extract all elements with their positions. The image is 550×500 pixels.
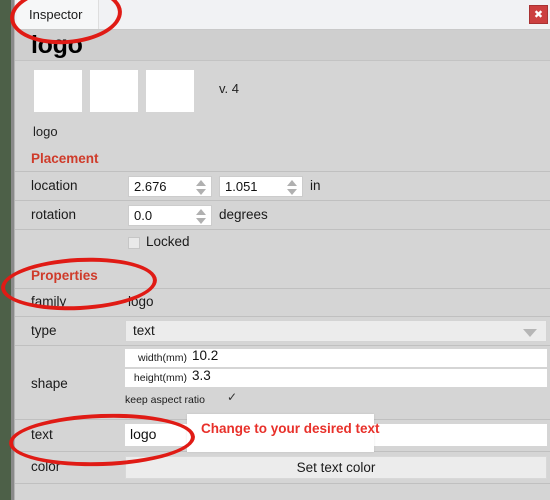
row-location: location 2.676 1.051 in [15,172,550,201]
thumbnail-preview-1[interactable] [33,69,83,113]
rotation-unit-label: degrees [219,207,268,222]
check-icon[interactable]: ✓ [227,390,237,404]
row-family: family logo [15,289,550,317]
section-header-placement-label: Placement [31,151,99,166]
shape-height-input[interactable] [125,369,547,387]
rotation-input[interactable]: 0.0 [128,205,212,226]
shape-width-label: width(mm) [138,352,187,364]
page-title: logo [31,31,83,59]
triangle-down-icon[interactable] [287,189,297,195]
set-text-color-button[interactable]: Set text color [125,456,547,479]
rotation-value: 0.0 [134,208,153,223]
section-header-placement: Placement [15,148,550,172]
location-y-spinner[interactable] [287,180,297,195]
inspector-window-root: Inspector ✖ logo v. 4 logo Placement loc… [0,0,550,500]
inspector-window: Inspector ✖ logo v. 4 logo Placement loc… [14,0,550,500]
location-y-input[interactable]: 1.051 [219,176,303,197]
rotation-spinner[interactable] [196,209,206,224]
annotation-tooltip-text: Change to your desired text [201,421,380,436]
locked-checkbox[interactable] [128,237,140,249]
tab-inspector-label: Inspector [29,7,83,22]
triangle-down-icon[interactable] [196,218,206,224]
type-dropdown-value: text [133,323,155,338]
chevron-down-icon[interactable] [523,329,537,337]
section-header-properties-label: Properties [31,268,98,283]
family-value: logo [128,294,154,309]
type-label: type [31,323,57,338]
tab-bar: Inspector ✖ [15,0,550,30]
location-label: location [31,178,78,193]
shape-height-label: height(mm) [133,372,187,384]
triangle-up-icon[interactable] [287,180,297,186]
location-x-input[interactable]: 2.676 [128,176,212,197]
location-y-value: 1.051 [225,179,258,194]
row-locked: Locked [15,230,550,258]
thumbnail-preview-2[interactable] [89,69,139,113]
close-icon: ✖ [533,8,544,21]
keep-aspect-ratio-label: keep aspect ratio [125,394,205,406]
tab-inspector[interactable]: Inspector [17,0,100,29]
close-button[interactable]: ✖ [529,5,548,24]
section-header-properties: Properties [15,265,550,289]
annotation-tooltip: Change to your desired text [187,414,380,452]
version-label: v. 4 [219,81,239,96]
triangle-down-icon[interactable] [196,189,206,195]
item-name-label: logo [33,124,58,139]
title-band: logo [15,30,550,61]
row-color: color Set text color [15,452,550,484]
text-input-value: logo [130,426,157,442]
shape-height-value: 3.3 [192,368,211,383]
locked-label: Locked [146,234,190,249]
row-shape: shape width(mm) 10.2 height(mm) 3.3 keep… [15,346,550,420]
rotation-label: rotation [31,207,77,222]
shape-width-input[interactable] [125,349,547,367]
row-rotation: rotation 0.0 degrees [15,201,550,230]
text-label: text [31,427,53,442]
location-x-spinner[interactable] [196,180,206,195]
desktop-background-strip [0,0,11,500]
shape-width-value: 10.2 [192,348,219,363]
triangle-up-icon[interactable] [196,209,206,215]
thumbnail-preview-3[interactable] [145,69,195,113]
thumbnail-row: v. 4 [15,61,550,119]
location-x-value: 2.676 [134,179,167,194]
row-type: type text [15,317,550,346]
shape-label: shape [31,376,68,391]
family-label: family [31,294,67,309]
type-dropdown[interactable]: text [125,320,547,342]
location-unit-label: in [310,178,321,193]
color-label: color [31,459,61,474]
triangle-up-icon[interactable] [196,180,206,186]
